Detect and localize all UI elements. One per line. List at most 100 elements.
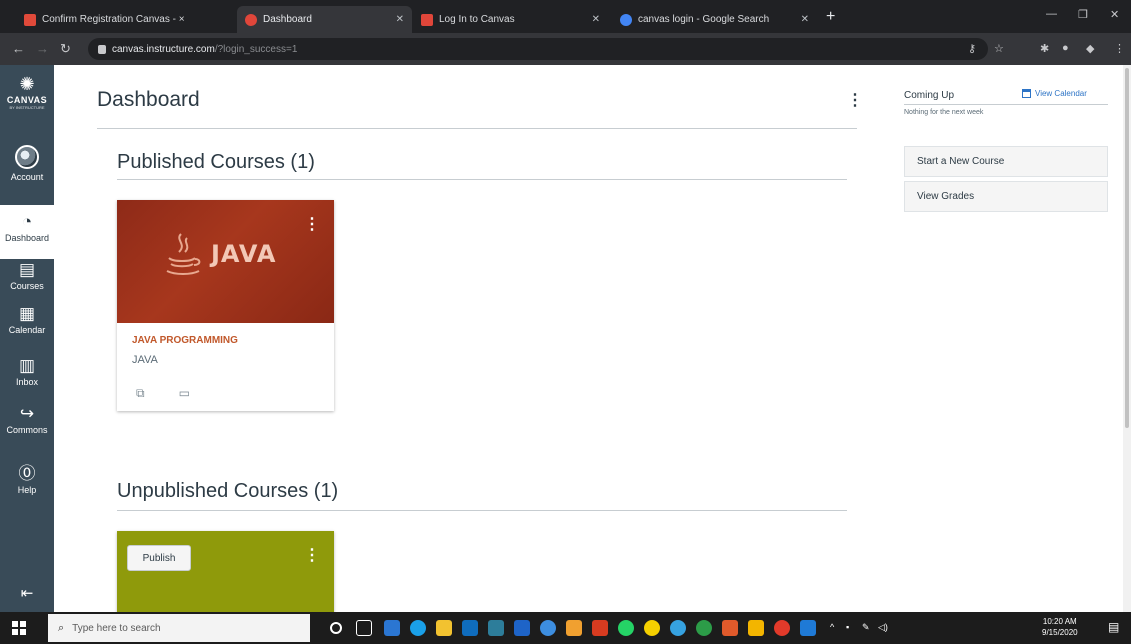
taskbar-clock[interactable]: 10:20 AM 9/15/2020 [1042,616,1078,638]
courses-icon: ▤ [18,260,36,279]
profile-icon[interactable]: ● [1062,42,1069,54]
coming-up-divider [904,104,1108,105]
whatsapp-icon[interactable] [618,620,634,636]
edge-icon[interactable] [410,620,426,636]
star-icon[interactable]: ☆ [994,42,1004,55]
minimize-icon[interactable]: — [1046,8,1057,20]
app-icon-2[interactable] [488,620,504,636]
tab-label: Dashboard [263,14,312,25]
nav-item-courses[interactable]: ▤ Courses [0,260,54,292]
browser-tab-dashboard[interactable]: Dashboard ✕ [237,6,412,33]
browser-tab-strip: Confirm Registration Canvas - × Dashboar… [0,0,1131,33]
dashboard-options-icon[interactable]: ⋮ [847,90,863,110]
search-placeholder: Type here to search [72,622,161,634]
maximize-icon[interactable]: ❐ [1078,8,1088,21]
app-icon-6[interactable] [592,620,608,636]
page-title: Dashboard [97,88,200,111]
app-icon-3[interactable] [514,620,530,636]
course-card-options-icon[interactable]: ⋮ [304,545,320,565]
app-icon-11[interactable] [774,620,790,636]
app-icon-9[interactable] [722,620,738,636]
close-tab-icon[interactable]: ✕ [592,14,600,25]
canvas-favicon-icon [24,13,36,26]
app-icon-1[interactable] [384,620,400,636]
app-icon-5[interactable] [566,620,582,636]
lock-icon [98,44,106,54]
address-bar[interactable]: canvas.instructure.com/?login_success=1 [88,38,988,60]
title-divider [97,128,857,129]
unpublished-divider [117,510,847,511]
browser-tab-log-in[interactable]: Log In to Canvas ✕ [413,6,608,33]
browser-tab-confirm-registration[interactable]: Confirm Registration Canvas - × [16,6,236,33]
app-icon-7[interactable] [644,620,660,636]
nav-item-calendar[interactable]: ▦ Calendar [0,305,54,336]
java-hero-text: JAVA [211,240,277,268]
nav-item-inbox[interactable]: ▥ Inbox [0,356,54,388]
nav-item-commons[interactable]: ↪ Commons [0,405,54,436]
reload-icon[interactable]: ↻ [60,41,71,57]
browser-tab-google-search[interactable]: canvas login - Google Search ✕ [612,6,817,33]
app-icon-10[interactable] [748,620,764,636]
nav-item-label: Courses [10,281,44,291]
course-card-options-icon[interactable]: ⋮ [304,214,320,234]
store-icon[interactable] [462,620,478,636]
course-code: JAVA [132,354,158,366]
logo-wordmark: CANVAS [6,95,48,105]
java-logo: JAVA [163,230,276,278]
course-card-java[interactable]: ⋮ JAVA JAVA PROGRAMMING JAVA ⧉ ▭ [117,200,334,411]
published-divider [117,179,847,180]
app-icon-4[interactable] [540,620,556,636]
tab-label: Confirm Registration Canvas - × [42,14,185,25]
extensions-puzzle-icon[interactable]: ◆ [1086,42,1094,55]
clock-time: 10:20 AM [1042,617,1077,626]
nav-item-account[interactable]: Account [0,145,54,182]
nav-item-help[interactable]: ⓪ Help [0,464,54,496]
search-icon: ⌕ [58,621,65,634]
help-icon: ⓪ [18,464,36,483]
page-scrollbar[interactable] [1123,65,1131,612]
tray-chevron-icon[interactable]: ^ [830,622,834,632]
extension-icon[interactable]: ✱ [1040,42,1049,55]
app-icon-8[interactable] [670,620,686,636]
windows-start-icon[interactable] [12,621,26,635]
course-card-actions: ⧉ ▭ [132,386,319,401]
files-folder-icon[interactable]: ▭ [179,386,190,401]
clock-date: 9/15/2020 [1042,628,1078,637]
file-explorer-icon[interactable] [436,620,452,636]
start-new-course-button[interactable]: Start a New Course [904,146,1108,177]
scrollbar-thumb[interactable] [1125,68,1129,428]
language-icon[interactable]: ✎ [862,622,870,633]
course-name-link[interactable]: JAVA PROGRAMMING [132,335,319,346]
canvas-favicon-icon [421,13,433,26]
network-icon[interactable]: ▪ [846,622,849,632]
view-calendar-label: View Calendar [1035,89,1087,98]
view-grades-button[interactable]: View Grades [904,181,1108,212]
collapse-nav-icon[interactable]: ⇤ [0,584,54,602]
publish-button[interactable]: Publish [127,545,191,571]
notification-icon[interactable]: ▤ [1108,620,1119,634]
published-courses-heading: Published Courses (1) [117,151,315,173]
volume-icon[interactable]: ◁) [878,622,888,633]
task-view-icon[interactable] [356,620,372,636]
chrome-icon[interactable] [696,620,712,636]
course-card-hero[interactable]: ⋮ JAVA [117,200,334,323]
google-favicon-icon [620,13,632,26]
canvas-logo[interactable]: ✺ CANVAS BY INSTRUCTURE [0,75,54,110]
key-icon[interactable]: ⚷ [968,42,976,55]
discussions-icon[interactable]: ⧉ [136,386,145,401]
menu-icon[interactable]: ⋮ [1114,42,1125,55]
app-icon-12[interactable] [800,620,816,636]
url-host: canvas.instructure.com [112,43,215,55]
taskbar-search-input[interactable]: ⌕ Type here to search [48,614,310,642]
nav-item-label: Calendar [8,325,46,335]
close-window-icon[interactable]: ✕ [1110,8,1119,21]
inbox-icon: ▥ [18,356,36,375]
back-icon[interactable]: ← [12,41,25,56]
cortana-icon[interactable] [330,622,342,634]
view-calendar-link[interactable]: View Calendar [1022,89,1087,98]
forward-icon[interactable]: → [36,41,49,56]
close-tab-icon[interactable]: ✕ [396,14,404,25]
new-tab-icon[interactable]: + [826,9,835,25]
close-tab-icon[interactable]: ✕ [801,14,809,25]
nav-item-dashboard[interactable]: ◔ Dashboard [0,205,54,259]
